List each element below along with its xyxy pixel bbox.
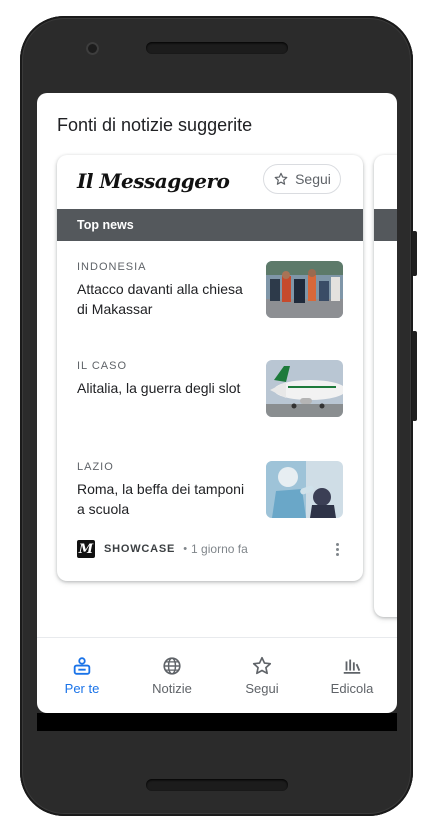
article-headline[interactable]: Roma, la beffa dei tamponi a scuola [77, 479, 253, 519]
page-title: Fonti di notizie suggerite [57, 115, 253, 135]
article-thumbnail[interactable] [266, 461, 343, 518]
peek-section-bar [374, 209, 397, 241]
newsstand-icon [343, 659, 361, 674]
article-thumbnail[interactable] [266, 360, 343, 417]
nav-label: Edicola [330, 681, 374, 696]
source-label[interactable]: SHOWCASE [104, 543, 175, 555]
app-screen: Fonti di notizie suggerite Il Messaggero… [37, 93, 397, 713]
article-kicker: INDONESIA [77, 261, 147, 273]
article-headline[interactable]: Attacco davanti alla chiesa di Makassar [77, 279, 253, 319]
globe-icon [163, 657, 181, 675]
star-outline-icon [274, 172, 288, 185]
article-kicker: LAZIO [77, 461, 114, 473]
next-card-peek[interactable] [374, 155, 397, 617]
source-logo-icon: M [77, 540, 95, 558]
follow-button[interactable]: Segui [263, 164, 341, 194]
for-you-icon [73, 657, 91, 675]
article-item[interactable]: INDONESIA Attacco davanti alla chiesa di… [77, 261, 343, 321]
nav-label: Notizie [152, 681, 192, 696]
screen-bottom-bar [37, 713, 397, 731]
nav-item-newsstand[interactable]: Edicola [307, 648, 397, 713]
article-headline[interactable]: Alitalia, la guerra degli slot [77, 378, 253, 398]
nav-divider [37, 637, 397, 638]
nav-label: Per te [64, 681, 100, 696]
bottom-navigation: Per te Notizie Segui Edicola [37, 648, 397, 713]
card-footer: M SHOWCASE • 1 giorno fa [77, 539, 343, 559]
article-item[interactable]: LAZIO Roma, la beffa dei tamponi a scuol… [77, 461, 343, 521]
section-header: Top news [57, 209, 363, 241]
publisher-logo[interactable]: Il Messaggero [77, 169, 230, 193]
front-camera [86, 42, 99, 55]
timestamp: 1 giorno fa [191, 542, 248, 556]
article-item[interactable]: IL CASO Alitalia, la guerra degli slot [77, 360, 343, 420]
follow-button-label: Segui [295, 171, 331, 187]
star-icon [252, 656, 272, 675]
publisher-card[interactable]: Il Messaggero Segui Top news INDONESIA A… [57, 155, 363, 581]
separator-dot: • [183, 543, 188, 555]
nav-label: Segui [245, 681, 279, 696]
nav-item-for-you[interactable]: Per te [37, 648, 127, 713]
more-options-icon[interactable] [331, 539, 343, 559]
nav-item-news[interactable]: Notizie [127, 648, 217, 713]
article-thumbnail[interactable] [266, 261, 343, 318]
article-kicker: IL CASO [77, 360, 127, 372]
nav-item-following[interactable]: Segui [217, 648, 307, 713]
top-speaker [146, 42, 288, 54]
volume-button [412, 231, 417, 276]
power-button [412, 331, 417, 421]
bottom-speaker [146, 779, 288, 791]
